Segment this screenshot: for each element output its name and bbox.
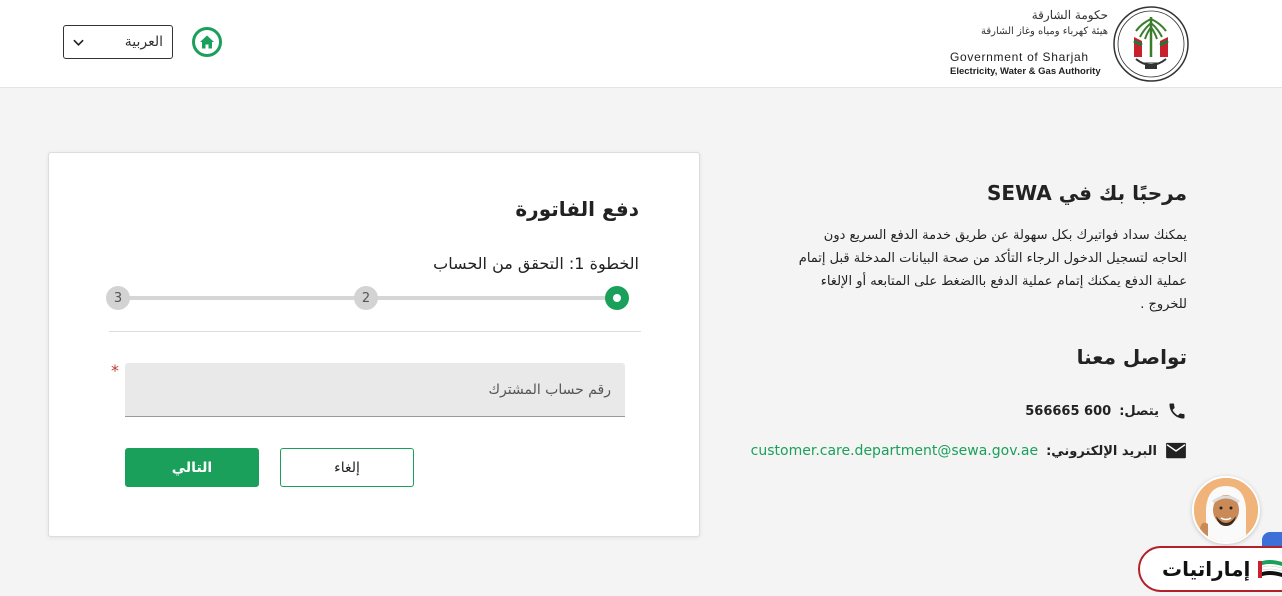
required-marker: * bbox=[111, 361, 119, 380]
next-button[interactable]: التالي bbox=[125, 448, 259, 487]
mail-icon bbox=[1166, 442, 1186, 459]
step-1-indicator-active bbox=[605, 286, 629, 310]
logo-arabic-line2: هيئة كهرباء ومياه وغاز الشارقة bbox=[981, 26, 1108, 37]
phone-number[interactable]: 566665 600 bbox=[1025, 404, 1111, 419]
header: العربية حكومة الشارقة هيئة كهرباء ومياه … bbox=[0, 0, 1282, 88]
logo-arabic-line1: حكومة الشارقة bbox=[1031, 8, 1108, 22]
home-icon bbox=[200, 35, 214, 49]
badge-text: إماراتيات bbox=[1162, 557, 1251, 581]
cancel-button[interactable]: إلغاء bbox=[280, 448, 414, 487]
divider bbox=[109, 331, 641, 332]
welcome-title: مرحبًا بك في SEWA bbox=[987, 181, 1187, 205]
email-label: البريد الإلكتروني: bbox=[1046, 443, 1157, 459]
assistant-avatar[interactable] bbox=[1192, 476, 1260, 544]
card-title: دفع الفاتورة bbox=[515, 197, 639, 221]
phone-row: يتصل: 566665 600 bbox=[1025, 400, 1187, 422]
step-2-indicator: 2 bbox=[354, 286, 378, 310]
phone-icon bbox=[1169, 403, 1185, 419]
sharjah-emblem-icon bbox=[1113, 6, 1189, 82]
logo-english-line2: Electricity, Water & Gas Authority bbox=[950, 66, 1101, 77]
logo-text: حكومة الشارقة هيئة كهرباء ومياه وغاز الش… bbox=[948, 6, 1110, 82]
uae-flag-icon bbox=[1258, 560, 1282, 578]
bill-payment-card: دفع الفاتورة الخطوة 1: التحقق من الحساب … bbox=[48, 152, 700, 537]
step-label: الخطوة 1: التحقق من الحساب bbox=[433, 254, 639, 273]
account-number-input[interactable] bbox=[125, 363, 625, 417]
home-button[interactable] bbox=[192, 27, 222, 57]
email-link[interactable]: customer.care.department@sewa.gov.ae bbox=[751, 443, 1038, 459]
welcome-description: يمكنك سداد فواتيرك بكل سهولة عن طريق خدم… bbox=[798, 228, 1187, 312]
emaratiyat-badge[interactable]: إماراتيات bbox=[1138, 546, 1282, 592]
phone-label: يتصل: bbox=[1119, 403, 1159, 419]
language-select[interactable]: العربية bbox=[63, 25, 173, 59]
contact-title: تواصل معنا bbox=[1076, 345, 1187, 369]
sewa-logo[interactable]: حكومة الشارقة هيئة كهرباء ومياه وغاز الش… bbox=[946, 6, 1190, 82]
assistant-avatar-icon bbox=[1194, 478, 1258, 542]
chevron-down-icon bbox=[73, 39, 84, 46]
email-row: البريد الإلكتروني: customer.care.departm… bbox=[751, 440, 1187, 462]
language-select-value: العربية bbox=[124, 34, 163, 50]
step-3-indicator: 3 bbox=[106, 286, 130, 310]
logo-english-line1: Government of Sharjah bbox=[950, 50, 1089, 64]
